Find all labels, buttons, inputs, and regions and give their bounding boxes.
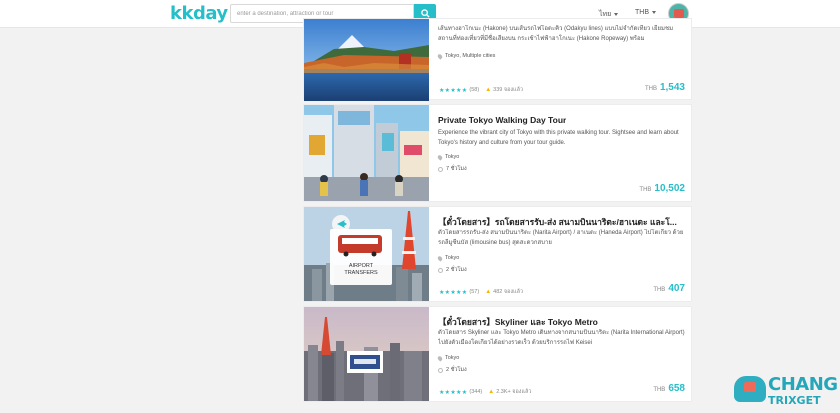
tokyo-street-image[interactable] bbox=[304, 105, 429, 201]
review-count: (57) bbox=[469, 289, 480, 295]
skyliner-image[interactable] bbox=[304, 307, 429, 401]
product-card[interactable]: 【ตั๋วโดยสาร】Skyliner และ Tokyo Metro ตั๋… bbox=[303, 306, 692, 402]
price-currency: THB bbox=[653, 387, 666, 393]
location-text: Tokyo, Multiple cities bbox=[445, 53, 496, 59]
location-text: Tokyo bbox=[445, 355, 460, 361]
booked-count: 339 จองแล้ว bbox=[493, 87, 524, 93]
location-pin-icon bbox=[436, 354, 444, 362]
card-description: Experience the vibrant city of Tokyo wit… bbox=[438, 130, 679, 146]
airport-transfers-badge: AIRPORT TRANSFERS bbox=[344, 263, 378, 276]
location-pin-icon bbox=[436, 153, 444, 161]
card-location: Tokyo bbox=[436, 254, 460, 262]
product-card[interactable]: Private Tokyo Walking Day Tour Experienc… bbox=[303, 104, 692, 202]
location-text: Tokyo bbox=[445, 154, 460, 160]
card-rating: ★★★★★ (344) ▲ 2.3K+ จองแล้ว bbox=[439, 388, 531, 396]
watermark-line2: TRIXGET bbox=[768, 394, 821, 407]
card-description: ตั๋วโดยสารรถรับ-ส่ง สนามบินนาริตะ (Narit… bbox=[438, 230, 684, 246]
card-title[interactable]: 【ตั๋วโดยสาร】รถโดยสารรับ-ส่ง สนามบินนาริต… bbox=[438, 215, 682, 229]
duration-text: 2 ชั่วโมง bbox=[446, 267, 467, 273]
price-amount: 10,502 bbox=[654, 183, 685, 194]
review-count: (344) bbox=[469, 389, 483, 395]
card-rating: ★★★★★ (57) ▲ 482 จองแล้ว bbox=[439, 288, 523, 296]
clock-icon bbox=[438, 267, 443, 273]
chevron-down-icon bbox=[614, 13, 619, 16]
thumbs-up-icon: ▲ bbox=[485, 87, 492, 93]
clock-icon bbox=[438, 367, 443, 373]
price-amount: 658 bbox=[668, 383, 685, 394]
card-duration: 2 ชั่วโมง bbox=[438, 266, 467, 274]
thumbs-up-icon: ▲ bbox=[485, 289, 492, 295]
location-pin-icon bbox=[436, 52, 444, 60]
card-location: Tokyo bbox=[436, 153, 460, 161]
currency-selector[interactable]: THB bbox=[635, 9, 656, 16]
price: THB 407 bbox=[653, 283, 685, 294]
star-rating: ★★★★★ bbox=[439, 289, 468, 296]
elephant-icon bbox=[734, 376, 766, 402]
duration-text: 2 ชั่วโมง bbox=[446, 367, 467, 373]
star-rating: ★★★★★ bbox=[439, 389, 468, 396]
card-rating: ★★★★★ (58) ▲ 339 จองแล้ว bbox=[439, 86, 523, 94]
search-icon bbox=[420, 9, 430, 18]
price-currency: THB bbox=[644, 86, 657, 92]
price-amount: 407 bbox=[668, 283, 685, 294]
price: THB 10,502 bbox=[639, 183, 685, 194]
card-location: Tokyo bbox=[436, 354, 460, 362]
thumbs-up-icon: ▲ bbox=[488, 389, 495, 395]
duration-text: 7 ชั่วโมง bbox=[446, 166, 467, 172]
card-location: Tokyo, Multiple cities bbox=[436, 52, 496, 60]
price-amount: 1,543 bbox=[659, 82, 685, 93]
booked-count: 2.3K+ จองแล้ว bbox=[496, 389, 532, 395]
location-text: Tokyo bbox=[445, 255, 460, 261]
hakone-image[interactable] bbox=[304, 19, 429, 101]
product-card[interactable]: เส้นทางฮาโกเนะ (Hakone) บนเส้นรถไฟโอดะคิ… bbox=[303, 18, 692, 101]
clock-icon bbox=[438, 166, 443, 172]
card-description: เส้นทางฮาโกเนะ (Hakone) บนเส้นรถไฟโอดะคิ… bbox=[438, 26, 674, 42]
card-duration: 7 ชั่วโมง bbox=[438, 165, 467, 173]
card-title[interactable]: 【ตั๋วโดยสาร】Skyliner และ Tokyo Metro bbox=[438, 315, 598, 329]
chevron-down-icon bbox=[652, 11, 656, 14]
card-duration: 2 ชั่วโมง bbox=[438, 366, 467, 374]
kkday-logo[interactable]: kkday bbox=[170, 3, 228, 24]
booked-count: 482 จองแล้ว bbox=[493, 289, 524, 295]
watermark-line1: CHANG bbox=[768, 374, 838, 395]
airport-transfer-image[interactable]: AIRPORT TRANSFERS bbox=[304, 207, 429, 301]
price-currency: THB bbox=[653, 287, 666, 293]
product-card[interactable]: AIRPORT TRANSFERS 【ตั๋วโดยสาร】รถโดยสารรั… bbox=[303, 206, 692, 302]
price: THB 1,543 bbox=[645, 82, 685, 93]
card-description: ตั๋วโดยสาร Skyliner และ Tokyo Metro เดิน… bbox=[438, 330, 685, 346]
currency-label: THB bbox=[635, 9, 649, 16]
review-count: (58) bbox=[469, 87, 480, 93]
price-currency: THB bbox=[639, 187, 652, 193]
card-title[interactable]: Private Tokyo Walking Day Tour bbox=[438, 115, 566, 125]
location-pin-icon bbox=[436, 254, 444, 262]
price: THB 658 bbox=[653, 383, 685, 394]
star-rating: ★★★★★ bbox=[439, 87, 468, 94]
watermark-logo: CHANG TRIXGET bbox=[732, 370, 838, 410]
